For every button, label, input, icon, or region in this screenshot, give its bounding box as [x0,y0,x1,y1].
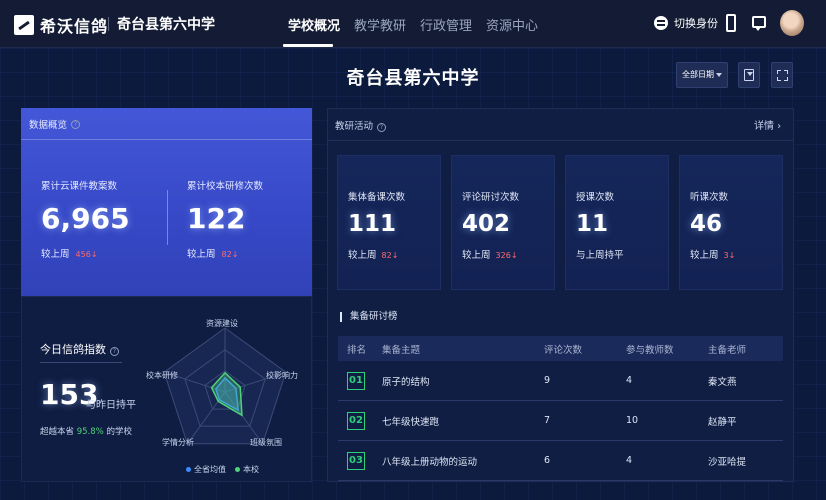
info-icon[interactable]: ? [71,119,81,129]
legend-this-school: 本校 [235,464,259,475]
date-filter-dropdown[interactable]: 全部日期 [676,62,728,88]
app-logo[interactable]: 希沃信鸽 [14,13,108,37]
chevron-down-icon [716,73,722,77]
row-teachers: 4 [626,375,633,386]
row-topic: 七年级快速跑 [382,416,440,428]
stat-value: 402 [462,211,511,237]
header-rank: 排名 [347,344,367,356]
header-teachers: 参与教师数 [626,344,674,356]
active-tab-indicator [283,44,333,47]
info-icon[interactable]: ? [377,123,387,132]
details-link[interactable]: 详情 › [754,117,781,132]
fullscreen-button[interactable] [771,62,793,88]
phone-icon[interactable] [726,14,736,32]
courseware-count-compare: 较上周 456↓ [41,249,98,260]
stat-card-group-prep: 集体备课次数 111 较上周 82↓ [337,155,441,290]
row-comments: 9 [544,375,551,386]
table-row[interactable]: 03 八年级上册动物的运动 6 4 沙亚哈提 [338,441,783,481]
stat-compare: 较上周 326↓ [462,250,518,261]
xinge-index-title: 今日信鸽指数? [40,341,119,357]
header-lead: 主备老师 [708,344,747,356]
tab-resource-center[interactable]: 资源中心 [486,15,538,34]
logo-text: 希沃信鸽 [40,17,109,36]
row-topic: 八年级上册动物的运动 [382,456,478,468]
xinge-index-trend: 与昨日持平 [86,400,136,411]
courseware-count-label: 累计云课件教案数 [41,181,118,192]
stat-value: 11 [576,211,609,237]
school-name: 奇台县第六中学 [117,17,215,33]
tab-school-overview[interactable]: 学校概况 [288,15,340,34]
download-button[interactable] [738,62,760,88]
table-row[interactable]: 01 原子的结构 9 4 秦文燕 [338,361,783,401]
table-header: 排名 集备主题 评论次数 参与教师数 主备老师 [338,336,783,361]
ranking-table: 排名 集备主题 评论次数 参与教师数 主备老师 01 原子的结构 9 4 秦文燕… [338,336,783,481]
radar-chart [163,327,287,445]
switch-identity-button[interactable]: 切换身份 [654,15,718,31]
stat-value: 46 [690,211,723,237]
stat-label: 集体备课次数 [348,192,406,203]
data-overview-title: 数据概览 [29,120,68,131]
switch-identity-label: 切换身份 [674,17,718,30]
row-lead: 沙亚哈提 [708,456,747,468]
stat-card-lessons-taught: 授课次数 11 与上周持平 [565,155,669,290]
fullscreen-icon [777,70,788,81]
ranking-title: 集备研讨榜 [340,312,398,322]
school-training-count-value: 122 [187,202,246,235]
download-icon [744,69,754,81]
radar-axis-school-training: 校本研修 [146,371,178,380]
row-comments: 6 [544,455,551,466]
data-overview-header: 数据概览 ? [21,108,312,140]
stat-compare: 较上周 82↓ [348,250,399,261]
legend-province-avg: 全省均值 [186,464,226,475]
header-topic: 集备主题 [382,344,421,356]
stat-value: 111 [348,211,397,237]
stat-compare: 较上周 3↓ [690,250,736,261]
overview-divider [167,190,168,245]
row-lead: 赵静平 [708,416,737,428]
row-comments: 7 [544,415,551,426]
courseware-count-value: 6,965 [41,202,130,235]
panel-divider [327,140,794,141]
xinge-index-ranking: 超越本省 95.8% 的学校 [40,427,132,437]
rank-badge: 01 [347,371,365,390]
avatar[interactable] [780,10,804,36]
stat-compare: 与上周持平 [576,250,624,261]
row-lead: 秦文燕 [708,376,737,388]
table-row[interactable]: 02 七年级快速跑 7 10 赵静平 [338,401,783,441]
rank-badge: 03 [347,451,365,470]
rank-badge: 02 [347,411,365,430]
logo-divider [108,17,109,31]
stat-label: 授课次数 [576,192,615,203]
logo-icon [14,15,34,35]
row-teachers: 10 [626,415,639,426]
switch-icon [654,16,668,30]
legend-dot [235,467,240,472]
school-training-count-label: 累计校本研修次数 [187,181,264,192]
info-icon[interactable]: ? [110,347,119,356]
tab-administration[interactable]: 行政管理 [420,15,472,34]
index-title-underline [40,362,122,363]
top-bar: 希沃信鸽 奇台县第六中学 学校概况 教学教研 行政管理 资源中心 切换身份 [0,0,826,48]
radar-axis-resource: 资源建设 [206,319,238,328]
radar-axis-influence: 校影响力 [266,371,298,380]
stat-label: 听课次数 [690,192,729,203]
row-teachers: 4 [626,455,633,466]
date-filter-label: 全部日期 [682,70,714,79]
school-training-count-compare: 较上周 82↓ [187,249,239,260]
message-icon[interactable] [752,16,766,31]
stat-card-comment-discussion: 评论研讨次数 402 较上周 326↓ [451,155,555,290]
header-comments: 评论次数 [544,344,583,356]
radar-axis-learning-analysis: 学情分析 [162,438,194,447]
tab-teaching-research[interactable]: 教学教研 [354,15,406,34]
research-activity-title: 教研活动? [335,118,387,132]
radar-axis-class-atmosphere: 班级氛围 [250,438,282,447]
stat-label: 评论研讨次数 [462,192,520,203]
legend-dot [186,467,191,472]
stat-card-lessons-observed: 听课次数 46 较上周 3↓ [679,155,783,290]
row-topic: 原子的结构 [382,376,430,388]
